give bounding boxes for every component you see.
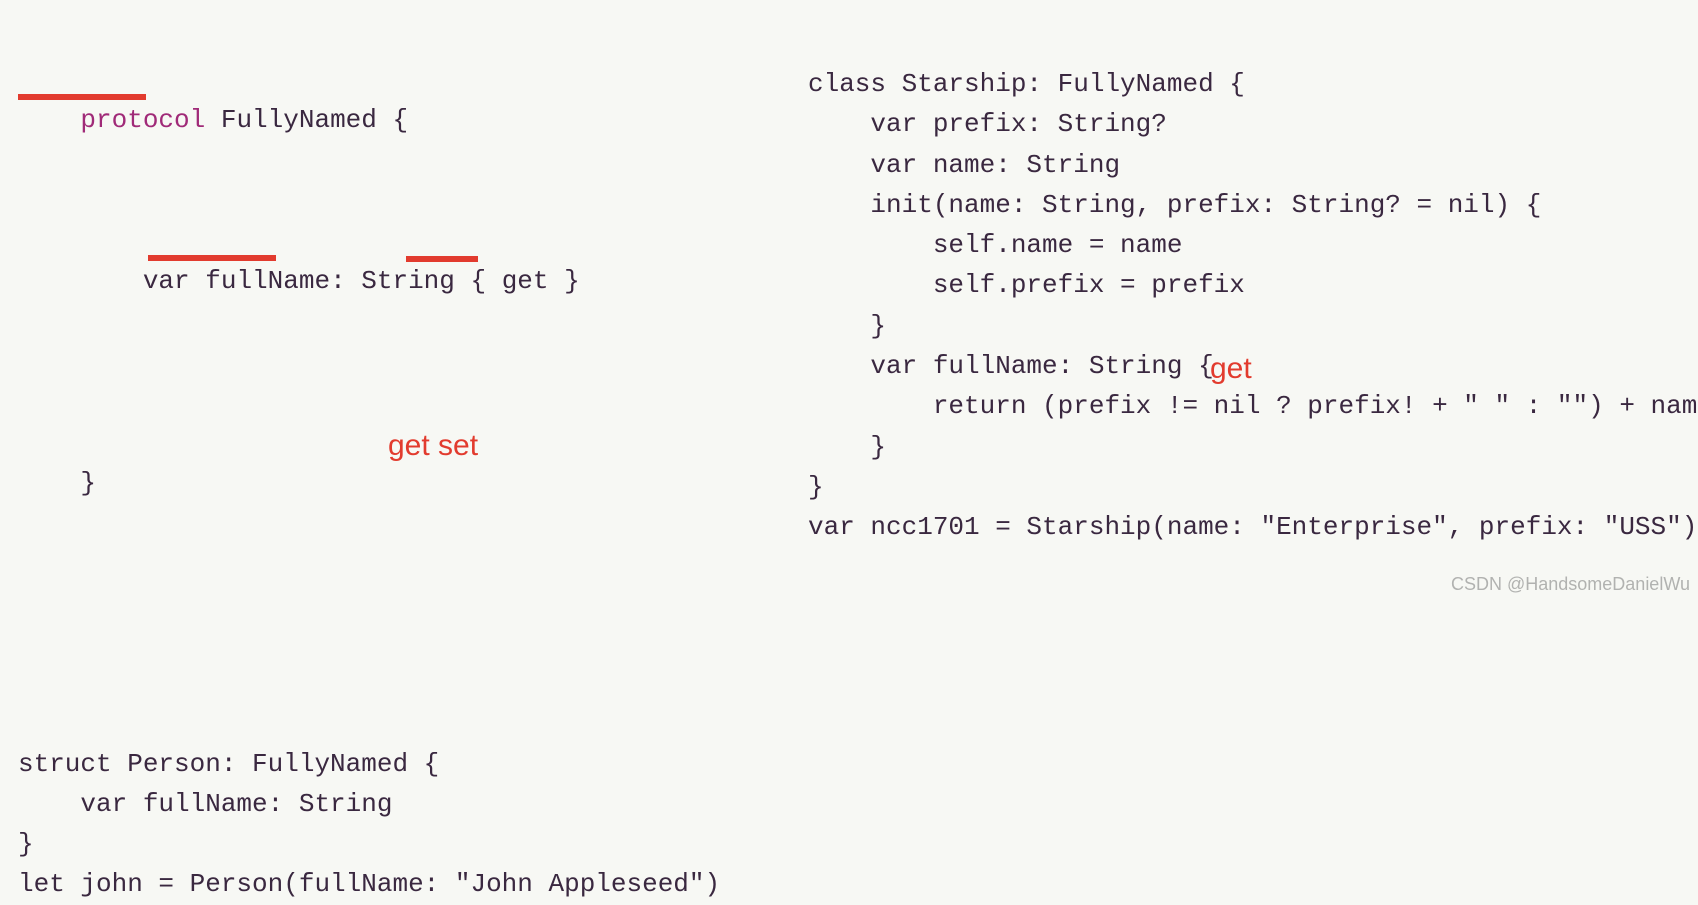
code-text: return (prefix != nil ? prefix! + " " : … (808, 391, 1698, 421)
code-text: self.name = name (808, 230, 1182, 260)
code-line: struct Person: FullyNamed { (18, 744, 720, 784)
code-text: var prefix: String? (808, 109, 1167, 139)
code-text: } (808, 311, 886, 341)
underline-protocol (18, 94, 146, 100)
code-text: class Starship: FullyNamed { (808, 69, 1245, 99)
code-line: var name: String (808, 145, 1698, 185)
code-line: self.name = name (808, 225, 1698, 265)
code-line: var ncc1701 = Starship(name: "Enterprise… (808, 507, 1698, 547)
struct-block: struct Person: FullyNamed { var fullName… (18, 744, 720, 905)
right-code-column: class Starship: FullyNamed { var prefix:… (808, 64, 1698, 548)
code-line: } (18, 423, 720, 544)
code-text: FullyNamed { (205, 105, 408, 135)
code-line: var fullName: String (18, 784, 720, 824)
code-text: let john = Person(fullName: "John Apples… (18, 869, 720, 899)
code-text: get (502, 266, 549, 296)
code-text: } (549, 266, 580, 296)
code-text: self.prefix = prefix (808, 270, 1245, 300)
code-text: } (80, 468, 96, 498)
code-line: init(name: String, prefix: String? = nil… (808, 185, 1698, 225)
code-text: } (18, 829, 34, 859)
code-line: var prefix: String? (808, 104, 1698, 144)
code-line: protocol FullyNamed { (18, 60, 720, 221)
code-line: return (prefix != nil ? prefix! + " " : … (808, 386, 1698, 426)
annotation-get: get (1210, 346, 1252, 393)
code-line: } (808, 427, 1698, 467)
code-line: var fullName: String { get } (18, 221, 720, 422)
code-text: struct Person: FullyNamed { (18, 749, 439, 779)
code-line: self.prefix = prefix (808, 265, 1698, 305)
code-text: var ncc1701 = Starship(name: "Enterprise… (808, 512, 1697, 542)
code-text: } (808, 432, 886, 462)
code-line: } (18, 824, 720, 864)
code-line: let john = Person(fullName: "John Apples… (18, 864, 720, 904)
code-text: var (80, 266, 189, 296)
watermark: CSDN @HandsomeDanielWu (1451, 571, 1690, 599)
code-text: var fullName: String (18, 789, 392, 819)
annotation-getset: get set (388, 423, 478, 470)
code-text: var name: String (808, 150, 1120, 180)
code-line: var fullName: String { (808, 346, 1698, 386)
underline-get (406, 256, 478, 262)
code-text: fullName: String { (190, 266, 502, 296)
code-line: } (808, 467, 1698, 507)
code-text: } (808, 472, 824, 502)
code-line: class Starship: FullyNamed { (808, 64, 1698, 104)
code-line: } (808, 306, 1698, 346)
left-code-column: protocol FullyNamed { var fullName: Stri… (18, 60, 720, 905)
underline-fullname (148, 255, 276, 261)
code-text: init(name: String, prefix: String? = nil… (808, 190, 1541, 220)
code-text: var fullName: String { (808, 351, 1214, 381)
keyword-protocol: protocol (80, 105, 205, 135)
